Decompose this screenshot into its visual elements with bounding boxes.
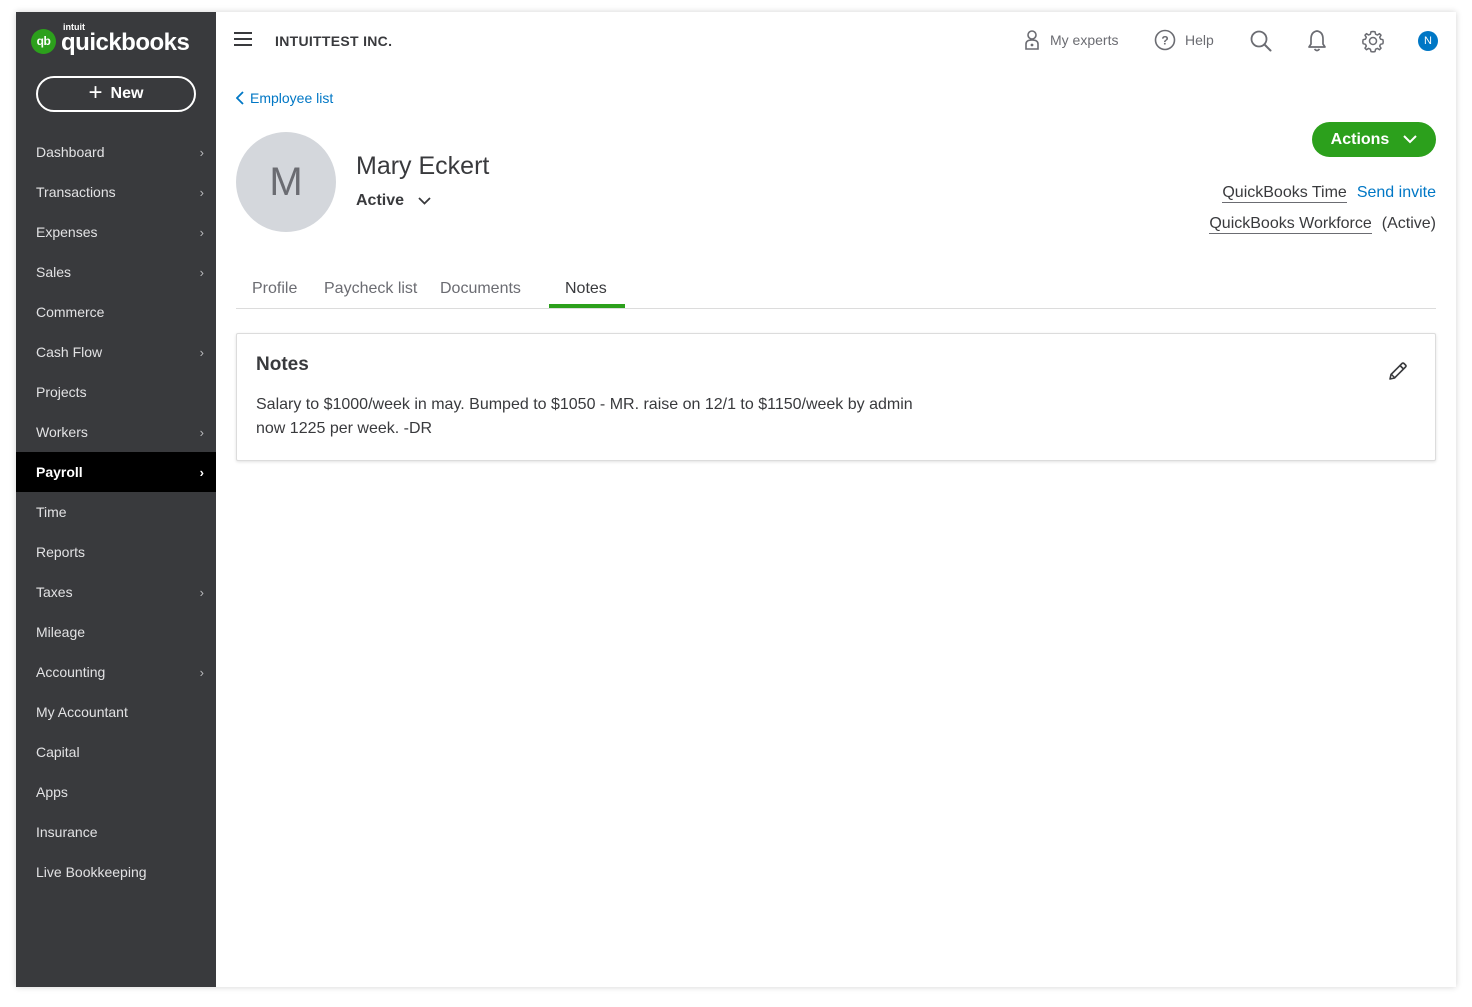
actions-button[interactable]: Actions (1312, 122, 1436, 157)
intuit-wordmark: intuit (63, 22, 85, 32)
qb-logo-icon: qb (31, 28, 56, 54)
active-tab-indicator (549, 304, 625, 308)
gear-icon[interactable] (1361, 29, 1385, 53)
pencil-icon[interactable] (1387, 360, 1409, 382)
chevron-right-icon: › (199, 224, 204, 240)
sidebar-item-label: Taxes (36, 584, 73, 600)
chevron-right-icon: › (199, 344, 204, 360)
sidebar-item-label: Payroll (36, 464, 83, 480)
bell-icon[interactable] (1306, 29, 1328, 53)
user-avatar[interactable]: N (1418, 31, 1438, 51)
app-window: qb intuit quickbooks + New Dashboard › Tra… (16, 12, 1456, 987)
sidebar-nav: Dashboard › Transactions › Expenses › Sales › Co… (16, 132, 216, 892)
sidebar-item-label: Time (36, 504, 67, 520)
sidebar-item-expenses[interactable]: Expenses › (16, 212, 216, 252)
sidebar-item-label: Commerce (36, 304, 105, 320)
chevron-down-icon (1403, 135, 1418, 144)
employee-tabs: Profile Paycheck list Documents Notes (236, 274, 1436, 309)
quickbooks-logo[interactable]: qb intuit quickbooks (31, 22, 190, 58)
sidebar-item-live-bookkeeping[interactable]: Live Bookkeeping (16, 852, 216, 892)
my-experts-button[interactable]: My experts (1023, 29, 1118, 51)
status-label: Active (356, 192, 405, 209)
sidebar-item-label: Capital (36, 744, 80, 760)
company-name: INTUITTEST INC. (275, 33, 393, 49)
tab-documents[interactable]: Documents (440, 280, 521, 298)
help-button[interactable]: ? Help (1154, 29, 1214, 51)
notes-line: Salary to $1000/week in may. Bumped to $… (256, 396, 913, 413)
chevron-right-icon: › (199, 264, 204, 280)
sidebar-item-commerce[interactable]: Commerce (16, 292, 216, 332)
svg-text:?: ? (1161, 34, 1168, 48)
employee-avatar: M (236, 132, 336, 232)
sidebar-item-payroll[interactable]: Payroll › (16, 452, 216, 492)
sidebar-item-label: Cash Flow (36, 344, 103, 360)
sidebar-item-projects[interactable]: Projects (16, 372, 216, 412)
sidebar-item-label: Mileage (36, 624, 86, 640)
plus-icon: + (88, 79, 103, 106)
sidebar-item-label: Dashboard (36, 144, 105, 160)
employee-status-dropdown[interactable]: Active (356, 192, 431, 210)
sidebar-item-label: Insurance (36, 824, 98, 840)
notes-title: Notes (256, 354, 309, 375)
send-invite-link[interactable]: Send invite (1357, 184, 1436, 203)
chevron-right-icon: › (199, 464, 204, 480)
sidebar-item-label: Expenses (36, 224, 98, 240)
new-button-label: New (110, 85, 144, 102)
person-icon (1025, 30, 1039, 50)
sidebar-item-time[interactable]: Time (16, 492, 216, 532)
chevron-right-icon: › (199, 664, 204, 680)
sidebar-item-my-accountant[interactable]: My Accountant (16, 692, 216, 732)
workforce-status: (Active) (1381, 215, 1436, 232)
sidebar-item-label: Projects (36, 384, 87, 400)
sidebar-item-workers[interactable]: Workers › (16, 412, 216, 452)
search-icon[interactable] (1249, 29, 1273, 53)
sidebar-item-label: Apps (36, 784, 68, 800)
sidebar-item-dashboard[interactable]: Dashboard › (16, 132, 216, 172)
notes-text: Salary to $1000/week in may. Bumped to $… (256, 393, 956, 441)
quickbooks-workforce-link[interactable]: QuickBooks Workforce (1209, 215, 1372, 234)
sidebar-item-label: Live Bookkeeping (36, 864, 147, 880)
sidebar-item-label: Transactions (36, 184, 116, 200)
chevron-right-icon: › (199, 184, 204, 200)
sidebar-item-mileage[interactable]: Mileage (16, 612, 216, 652)
sidebar-item-label: Sales (36, 264, 72, 280)
sidebar-item-cash-flow[interactable]: Cash Flow › (16, 332, 216, 372)
quickbooks-time-link[interactable]: QuickBooks Time (1222, 184, 1347, 203)
employee-list-back-link[interactable]: Employee list (236, 90, 333, 106)
chevron-right-icon: › (199, 424, 204, 440)
sidebar-item-capital[interactable]: Capital (16, 732, 216, 772)
menu-icon[interactable] (234, 32, 252, 46)
chevron-left-icon (236, 91, 244, 105)
notes-line: now 1225 per week. -DR (256, 420, 433, 437)
my-experts-label: My experts (1050, 32, 1119, 48)
back-link-label: Employee list (250, 90, 334, 106)
actions-label: Actions (1330, 130, 1390, 148)
employee-name: Mary Eckert (356, 152, 490, 180)
sidebar-item-label: My Accountant (36, 704, 128, 720)
sidebar-item-accounting[interactable]: Accounting › (16, 652, 216, 692)
sidebar-item-taxes[interactable]: Taxes › (16, 572, 216, 612)
sidebar-item-label: Reports (36, 544, 86, 560)
sidebar-item-sales[interactable]: Sales › (16, 252, 216, 292)
sidebar-item-insurance[interactable]: Insurance (16, 812, 216, 852)
sidebar-item-reports[interactable]: Reports (16, 532, 216, 572)
sidebar-item-apps[interactable]: Apps (16, 772, 216, 812)
top-bar: INTUITTEST INC. My experts ? Help N (216, 12, 1456, 68)
sidebar-item-label: Accounting (36, 664, 106, 680)
chevron-down-icon (418, 197, 431, 205)
sidebar-item-label: Workers (36, 424, 88, 440)
quickbooks-wordmark: quickbooks (61, 29, 190, 56)
sidebar: qb intuit quickbooks + New Dashboard › Tra… (16, 12, 216, 987)
help-icon: ? (1154, 29, 1176, 51)
chevron-right-icon: › (199, 584, 204, 600)
sidebar-item-transactions[interactable]: Transactions › (16, 172, 216, 212)
help-label: Help (1185, 32, 1214, 48)
chevron-right-icon: › (199, 144, 204, 160)
tab-notes[interactable]: Notes (565, 280, 607, 298)
tab-paycheck-list[interactable]: Paycheck list (324, 280, 417, 298)
new-button[interactable]: + New (36, 76, 196, 112)
tab-profile[interactable]: Profile (252, 280, 297, 298)
notes-card: Notes Salary to $1000/week in may. Bumpe… (236, 333, 1436, 461)
